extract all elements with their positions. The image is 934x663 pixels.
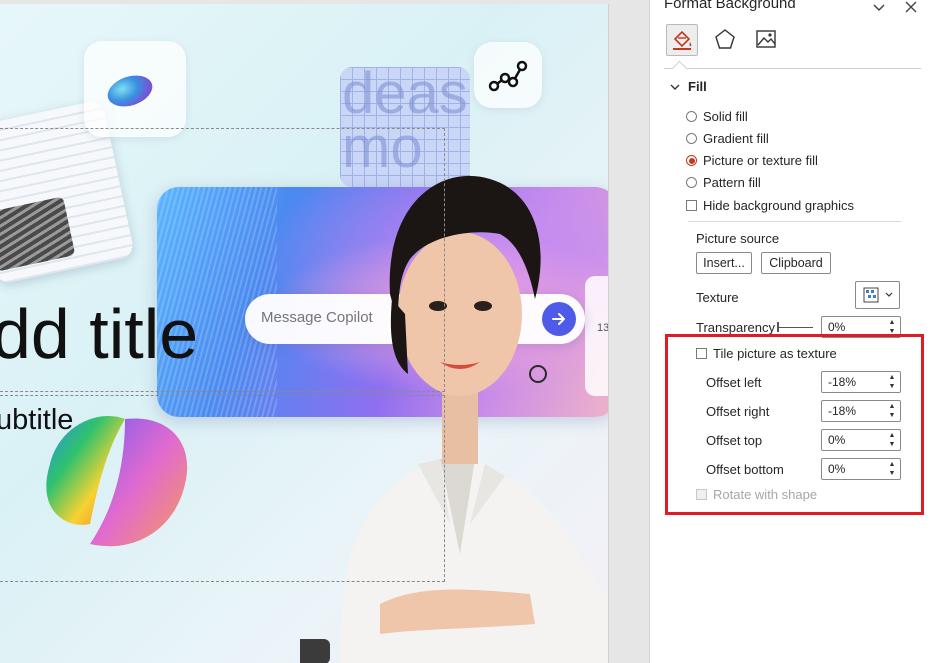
slide[interactable]: deas mo 13% (0, 4, 609, 663)
radio-solid-fill[interactable]: Solid fill (686, 109, 748, 124)
fill-section-title: Fill (688, 79, 707, 94)
tab-pointer (671, 60, 688, 77)
close-icon[interactable] (902, 0, 920, 16)
section-divider (688, 221, 901, 222)
picture-source-label: Picture source (696, 231, 780, 246)
radio-label: Solid fill (703, 109, 748, 124)
texture-picker[interactable] (855, 281, 900, 309)
radio-button-checked[interactable] (686, 155, 697, 166)
radio-label: Pattern fill (703, 175, 761, 190)
checkbox-label: Hide background graphics (703, 198, 855, 213)
radio-pattern-fill[interactable]: Pattern fill (686, 175, 761, 190)
pentagon-icon (715, 29, 735, 49)
slide-title[interactable]: dd title (0, 294, 198, 374)
texture-swatch-icon (863, 287, 878, 303)
tab-picture[interactable] (751, 24, 781, 54)
fill-section-header[interactable]: Fill (670, 79, 707, 94)
tab-divider (664, 68, 921, 69)
format-background-pane: Format Background Fill Solid fill Gradie… (649, 0, 934, 663)
chevron-down-icon[interactable] (870, 0, 888, 16)
radio-picture-fill[interactable]: Picture or texture fill (686, 153, 818, 168)
radio-gradient-fill[interactable]: Gradient fill (686, 131, 769, 146)
picture-icon (756, 30, 776, 48)
transparency-input[interactable] (828, 320, 882, 334)
chevron-down-icon (885, 292, 892, 297)
radio-button[interactable] (686, 177, 697, 188)
radio-label: Gradient fill (703, 131, 769, 146)
paint-bucket-icon (673, 30, 692, 50)
tab-effects[interactable] (710, 24, 740, 54)
transparency-slider-thumb[interactable] (777, 322, 779, 332)
chevron-down-icon (670, 84, 680, 90)
slide-canvas: deas mo 13% (0, 0, 649, 663)
pane-title: Format Background (664, 0, 796, 12)
transparency-slider-track[interactable] (778, 327, 813, 328)
texture-label: Texture (696, 290, 739, 305)
insert-button[interactable]: Insert... (696, 252, 752, 274)
highlight-annotation-box (665, 334, 924, 515)
hide-background-graphics[interactable]: Hide background graphics (686, 198, 854, 213)
radio-button[interactable] (686, 133, 697, 144)
radio-button[interactable] (686, 111, 697, 122)
clipboard-button[interactable]: Clipboard (761, 252, 831, 274)
checkbox[interactable] (686, 200, 697, 211)
tab-fill[interactable] (666, 24, 698, 56)
copilot-logo (46, 416, 188, 547)
radio-label: Picture or texture fill (703, 153, 818, 168)
transparency-label: Transparency (696, 320, 775, 335)
